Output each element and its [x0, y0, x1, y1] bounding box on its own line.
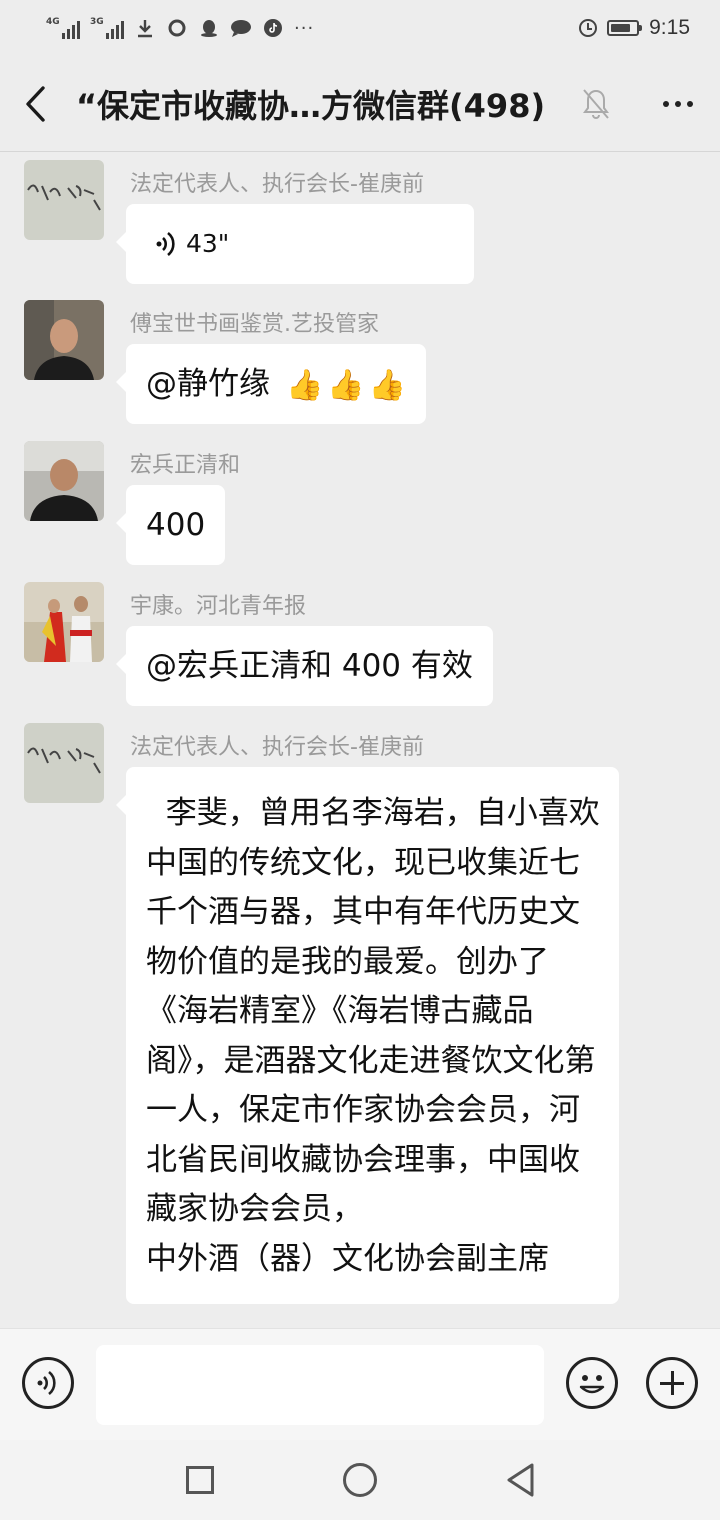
alarm-icon: [579, 19, 598, 37]
qq-icon: [198, 17, 220, 39]
chat-title: “保定市收藏协…方微信群(498): [76, 86, 546, 125]
avatar[interactable]: [24, 441, 104, 521]
status-bar: 4G 3G ··· 9:15: [0, 0, 720, 56]
home-button[interactable]: [343, 1463, 377, 1497]
avatar[interactable]: [24, 300, 104, 380]
system-back-button[interactable]: [505, 1462, 537, 1498]
network-type-label-2: 3G: [90, 17, 104, 27]
input-bar: [0, 1328, 720, 1440]
more-options-button[interactable]: [642, 56, 714, 152]
more-notifications-icon: ···: [294, 17, 315, 39]
voice-input-button[interactable]: [22, 1357, 74, 1409]
thumbs-up-emojis: 👍 👍 👍: [286, 366, 406, 406]
sender-name: 宏兵正清和: [130, 453, 241, 478]
download-icon: [134, 17, 156, 39]
system-nav-bar: [0, 1440, 720, 1520]
sender-name: 宇康。河北青年报: [130, 594, 307, 619]
chevron-left-icon: [26, 85, 45, 122]
text-message-bubble[interactable]: 李斐，曾用名李海岩，自小喜欢中国的传统文化，现已收集近七千个酒与器，其中有年代历…: [116, 767, 619, 1304]
chat-bubble-icon: [230, 17, 252, 39]
status-right: 9:15: [579, 16, 690, 40]
avatar[interactable]: [24, 160, 104, 240]
voice-message-bubble[interactable]: 43": [116, 204, 474, 284]
chat-messages[interactable]: 法定代表人、执行会长-崔庚前 43" 傅宝世书画鉴赏.艺投管家 @静竹缘 👍 👍…: [0, 152, 720, 1328]
battery-level: [611, 24, 631, 32]
thumbs-up-icon: 👍: [368, 367, 407, 403]
thumbs-up-icon: 👍: [286, 367, 324, 403]
message-input[interactable]: [96, 1345, 544, 1425]
dot: [687, 100, 693, 107]
signal-icon-2: 3G: [90, 17, 124, 39]
signal-icon: 4G: [46, 17, 80, 39]
battery-icon: [607, 20, 643, 36]
dot: [675, 100, 681, 107]
avatar[interactable]: [24, 582, 104, 662]
network-type-label: 4G: [46, 17, 60, 27]
message-item: 宏兵正清和 400: [24, 441, 704, 571]
dot: [663, 100, 669, 107]
text-message-bubble[interactable]: @宏兵正清和 400 有效: [116, 626, 493, 706]
message-text: @宏兵正清和 400 有效: [146, 648, 473, 684]
add-more-button[interactable]: [646, 1357, 698, 1409]
thumbs-up-icon: 👍: [327, 367, 365, 403]
message-item: 宇康。河北青年报 @宏兵正清和 400 有效: [24, 582, 704, 712]
mute-bell-icon: [574, 82, 618, 126]
browser-icon: [166, 17, 188, 39]
voice-wave-icon: [154, 229, 180, 259]
recent-apps-button[interactable]: [186, 1466, 214, 1494]
sender-name: 傅宝世书画鉴赏.艺投管家: [130, 312, 379, 337]
smiley-icon: [579, 1375, 605, 1394]
status-time: 9:15: [649, 16, 690, 39]
emoji-button[interactable]: [566, 1357, 618, 1409]
text-message-bubble[interactable]: 400: [115, 485, 226, 565]
chat-header: “保定市收藏协…方微信群(498): [0, 56, 720, 152]
voice-wave-icon: [37, 1370, 56, 1396]
triangle-back-icon: [507, 1463, 534, 1497]
status-left: 4G 3G ···: [46, 17, 314, 39]
avatar[interactable]: [24, 723, 104, 803]
sender-name: 法定代表人、执行会长-崔庚前: [130, 735, 424, 760]
text-message-bubble[interactable]: @静竹缘 👍 👍 👍: [115, 344, 427, 424]
message-item: 法定代表人、执行会长-崔庚前 43": [24, 160, 704, 290]
message-item: 法定代表人、执行会长-崔庚前 李斐，曾用名李海岩，自小喜欢中国的传统文化，现已收…: [24, 723, 704, 1328]
voice-duration: 43": [186, 229, 230, 258]
back-button[interactable]: [0, 56, 72, 152]
message-text: @静竹缘: [146, 366, 270, 402]
sender-name: 法定代表人、执行会长-崔庚前: [130, 172, 424, 197]
message-item: 傅宝世书画鉴赏.艺投管家 @静竹缘 👍 👍 👍: [24, 300, 704, 430]
message-text: 400: [146, 507, 206, 543]
tiktok-icon: [262, 17, 284, 39]
